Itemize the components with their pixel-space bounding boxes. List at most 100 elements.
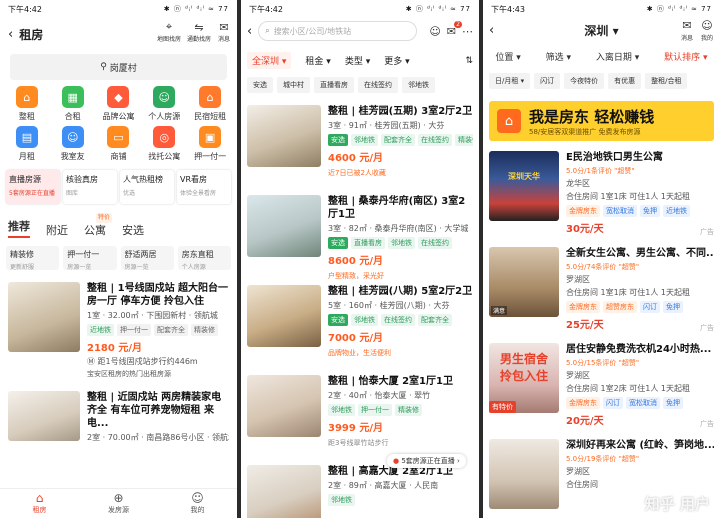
status-bar: 下午4:42 ✱ ⓝ ᵈᵢˡ ᵈᵢˡ ≈ 77 [0,0,237,18]
ad-label: 广告 [700,420,714,428]
category-icon: ☺ [153,86,176,108]
promo-card[interactable]: 核验真房 图库 [63,170,117,204]
list-item[interactable]: 满意 全新女生公寓、男生公寓、不同... 5.0分/74条评价 "超赞" 罗湖区 合住房… [483,237,720,333]
list-item[interactable]: 整租 | 怡泰大厦 2室1厅1卫 2室 · 40㎡ · 怡泰大厦 · 翠竹 邻地铁押… [241,363,479,453]
list-item[interactable]: 整租 | 桑泰丹华府(南区) 3室2厅1卫 3室 · 82㎡ · 桑泰丹华府(南区… [241,183,479,280]
tab-apartment[interactable]: 公寓 特价 [84,213,113,238]
quick-whole-shared[interactable]: 整租/合租 [645,73,688,89]
listing-photo: 深圳天华 [489,151,559,221]
quick-day-month[interactable]: 日/月租 ▾ [489,73,531,89]
filter-two-bedroom[interactable]: 舒适两居 房源一览 [120,246,174,271]
filter-landlord-direct[interactable]: 房东直租 个人房源 [177,246,231,271]
filter-screen[interactable]: 筛选 ▾ [546,50,571,63]
status-time: 下午4:42 [8,4,42,14]
filter-type[interactable]: 类型 ▾ [345,54,370,67]
quick-discount[interactable]: 有优惠 [608,73,642,89]
listing-price: 8600 元/月 [328,256,383,267]
filter-sort[interactable]: 默认排序 ▾ [664,50,707,63]
bottom-nav: ⌂ 租房 ⊕ 发房源 ☺ 我的 [0,488,237,518]
search-input[interactable]: ⚲ 岗厦村 [10,54,227,80]
quick-tonight[interactable]: 今夜特价 [564,73,605,89]
category-item[interactable]: ◆ 品牌公寓 [96,86,142,122]
tab-nearby[interactable]: 附近 [46,222,68,238]
rating: 5.0分/74条评价 "超赞" [566,263,640,271]
quick-safe[interactable]: 安选 [247,77,273,93]
quick-live[interactable]: 直播看房 [314,77,354,93]
list-item[interactable]: 整租 | 桂芳园(五期) 3室2厅2卫 3室 · 91㎡ · 桂芳园(五期) · … [241,93,479,183]
category-icon: ☺ [61,126,84,148]
rating: 5.0分/19条评价 "超赞" [566,455,640,463]
metro-distance: Ⓜ 距1号线固戍站步行约446m [87,357,198,366]
list-item[interactable]: 男生宿舍 拎包入住 有特价 居住安静免费洗衣机24小时热... 5.0分/15条评价 … [483,333,720,429]
quick-filters: 安选 城中村 直播看房 在线签约 邻地铁 [241,69,479,93]
category-item[interactable]: ⌂ 整租 [4,86,50,122]
filter-fine-decoration[interactable]: 精装修 更新舒服 [6,246,60,271]
filter-location[interactable]: 位置 ▾ [495,50,520,63]
category-item[interactable]: ◎ 找托公寓 [141,126,187,162]
nav-mine[interactable]: ☺ 我的 [158,489,237,518]
category-item[interactable]: ▣ 押一付一 [187,126,233,162]
tab-bar: 推荐 附近 公寓 特价 安选 [0,204,237,238]
special-price-badge: 特价 [96,213,113,223]
listing-photo [8,282,80,352]
list-item[interactable]: 整租 | 近固戍站 两房精装家电齐全 有车位可养宠物短租 来电... 2室 · … [0,379,237,443]
commute-search-button[interactable]: ⇋ 通勤找房 [187,20,211,44]
category-item[interactable]: ▤ 月租 [4,126,50,162]
category-item[interactable]: ⌂ 民宿短租 [187,86,233,122]
top-nav: ‹ 深圳 ▾ ✉ 消息 ☺ 我的 [483,18,720,42]
filter-more[interactable]: 更多 ▾ [384,54,409,67]
search-input[interactable]: ⌕ 搜索小区/公司/地铁站 [258,21,418,41]
list-item[interactable]: 整租 | 1号线固戍站 超大阳台一房一厅 停车方便 拎包入住 1室 · 32.0… [0,270,237,379]
listing-price: 20元/天 [566,416,604,427]
quick-flash[interactable]: 闪订 [534,73,561,89]
category-item[interactable]: ☺ 个人房源 [141,86,187,122]
landlord-banner[interactable]: ⌂ 我是房东 轻松赚钱 58/安居客双渠道推广 免费发布房源 [489,101,714,141]
status-icons: ✱ ⓝ ᵈᵢˡ ᵈᵢˡ ≈ 77 [163,5,229,13]
map-search-button[interactable]: ⌖ 地图找房 [157,20,181,43]
filter-deposit-one[interactable]: 押一付一 房源一览 [63,246,117,271]
quick-metro[interactable]: 邻地铁 [402,77,435,93]
tab-safe-select[interactable]: 安选 [122,222,144,238]
list-item[interactable]: 整租 | 桂芳园(八期) 5室2厅2卫 5室 · 160㎡ · 桂芳园(八期) ·… [241,273,479,363]
nav-post[interactable]: ⊕ 发房源 [79,489,158,518]
live-stream-button[interactable]: ● 5套房源正在直播 › [387,454,466,468]
message-icon: ✉ [219,20,229,34]
sale-badge: 有特价 [489,401,516,413]
vr-label: 满意 [491,306,508,315]
category-item[interactable]: ▭ 商铺 [96,126,142,162]
messages-button[interactable]: ✉ 消息 [217,20,231,44]
message-icon[interactable]: ✉ 2 [447,20,462,38]
category-icon: ▦ [61,86,84,108]
tab-recommend[interactable]: 推荐 [8,218,30,238]
filter-dates[interactable]: 入离日期 ▾ [596,50,639,63]
plus-icon: ⊕ [113,491,124,505]
page-title: 租房 [19,27,44,42]
back-icon[interactable]: ‹ [489,23,494,38]
metro-icon: Ⓜ [87,357,95,366]
quick-online-sign[interactable]: 在线签约 [358,77,398,93]
category-item[interactable]: ▦ 合租 [50,86,96,122]
filter-area[interactable]: 全深圳 ▾ [247,52,292,69]
photo-overlay-text: 深圳天华 [508,172,540,181]
category-icon: ⌂ [15,86,38,108]
back-icon[interactable]: ‹ [8,27,13,42]
list-item[interactable]: 深圳天华 E民治地铁口男生公寓 5.0分/1条评价 "超赞" 龙华区 合住房间 1室1床… [483,141,720,237]
listing-photo [247,195,321,257]
promo-card[interactable]: VR看房 体验全景看房 [177,170,231,204]
listing-price: 2180 元/月 [87,343,142,354]
promo-card[interactable]: 直播房源 5套房源正在直播 [6,170,60,204]
listing-list: 整租 | 1号线固戍站 超大阳台一房一厅 停车方便 拎包入住 1室 · 32.0… [0,270,237,443]
sort-icon[interactable]: ⇅ [465,56,473,66]
category-item[interactable]: ☺ 我室友 [50,126,96,162]
live-icon: ● [393,457,400,465]
filter-rent[interactable]: 租金 ▾ [305,54,330,67]
middle-screen: 下午4:42 ✱ ⓝ ᵈᵢˡ ᵈᵢˡ ≈ 77 ‹ ⌕ 搜索小区/公司/地铁站 ☺… [241,0,479,518]
messages-button[interactable]: ✉ 消息 [680,19,694,42]
more-icon[interactable]: ⋯ [462,25,473,38]
back-icon[interactable]: ‹ [247,24,252,39]
promo-card[interactable]: 人气热租榜 优选 [120,170,174,204]
quick-village[interactable]: 城中村 [277,77,310,93]
profile-button[interactable]: ☺ 我的 [700,19,714,42]
user-icon[interactable]: ☺ [429,25,440,38]
nav-rent[interactable]: ⌂ 租房 [0,489,79,518]
